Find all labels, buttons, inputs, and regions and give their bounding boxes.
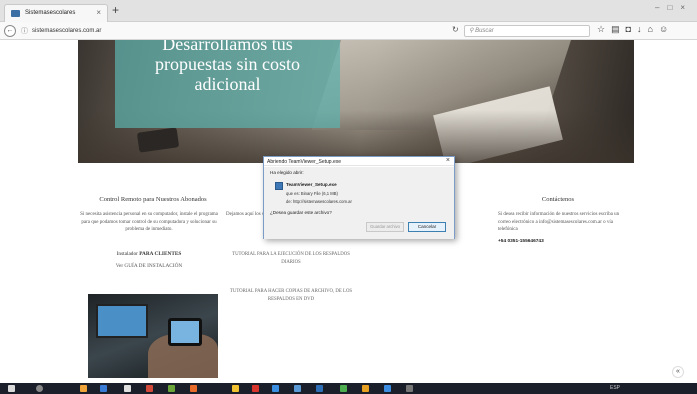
reload-icon[interactable]: ↻ xyxy=(452,25,459,34)
start-icon[interactable] xyxy=(8,385,15,392)
dialog-title-text: Abriendo TeamViewer_Setup.exe xyxy=(267,159,342,165)
taskbar-app-icon[interactable] xyxy=(100,385,107,392)
hero-banner: Desarrollamos tus propuestas sin costo a… xyxy=(78,40,634,163)
save-file-button[interactable]: Guardar archivo xyxy=(366,222,404,232)
hero-line-1: Desarrollamos tus xyxy=(162,40,293,54)
close-window-icon[interactable]: × xyxy=(680,3,693,12)
favicon-icon xyxy=(11,10,20,17)
dvd-backup-tutorial-link[interactable]: TUTORIAL PARA HACER COPIAS DE ARCHIVO, D… xyxy=(226,288,356,303)
scroll-to-top-button[interactable]: « xyxy=(672,366,684,378)
taskbar-search-icon[interactable] xyxy=(36,385,43,392)
contact-phone: +54 0351-155646743 xyxy=(498,239,544,244)
taskbar-app-icon[interactable] xyxy=(272,385,279,392)
file-name: TeamViewer_Setup.exe xyxy=(286,182,337,187)
installer-link[interactable]: Instalador PARA CLIENTES xyxy=(80,251,218,257)
taskbar-app-icon[interactable] xyxy=(80,385,87,392)
url-bar[interactable]: sistemasescolares.com.ar xyxy=(32,25,458,37)
taskbar-app-icon[interactable] xyxy=(146,385,153,392)
taskbar-app-icon[interactable] xyxy=(252,385,259,392)
toolbar-icons[interactable]: ☆▤◘↓⌂☺ xyxy=(597,24,674,35)
download-icon[interactable]: ↓ xyxy=(637,24,648,34)
pocket-icon[interactable]: ◘ xyxy=(626,24,637,34)
home-icon[interactable]: ⌂ xyxy=(648,24,659,34)
cancel-button[interactable]: Cancelar xyxy=(408,222,446,232)
star-icon[interactable]: ☆ xyxy=(597,24,611,34)
tab-close-icon[interactable]: × xyxy=(96,8,101,17)
windows-taskbar: ESP xyxy=(0,383,697,394)
daily-backup-tutorial-link[interactable]: TUTORIAL PARA LA EJECUCIÓN DE LOS RESPAL… xyxy=(226,251,356,266)
photo-tablet xyxy=(168,318,202,346)
installer-label: Instalador xyxy=(116,251,138,257)
browser-tab-bar: Sistemasescolares × + –□× xyxy=(0,0,697,22)
smiley-icon[interactable]: ☺ xyxy=(659,24,674,34)
new-tab-button[interactable]: + xyxy=(112,3,119,17)
browser-tab[interactable]: Sistemasescolares × xyxy=(4,4,108,22)
dialog-close-icon[interactable]: × xyxy=(446,157,450,164)
taskbar-app-icon[interactable] xyxy=(384,385,391,392)
contact-title: Contáctenos xyxy=(541,196,575,203)
reading-list-icon[interactable]: ▤ xyxy=(611,24,626,34)
system-tray[interactable]: ESP xyxy=(610,385,620,391)
taskbar-app-icon[interactable] xyxy=(340,385,347,392)
dialog-title: Abriendo TeamViewer_Setup.exe × xyxy=(264,157,454,166)
contact-text: Si desea recibir información de nuestros… xyxy=(498,212,620,232)
taskbar-app-icon[interactable] xyxy=(362,385,369,392)
dialog-prompt: Ha elegido abrir: xyxy=(270,170,304,175)
maximize-icon[interactable]: □ xyxy=(667,3,680,12)
taskbar-app-icon[interactable] xyxy=(294,385,301,392)
tab-title: Sistemasescolares xyxy=(25,10,76,16)
download-dialog: Abriendo TeamViewer_Setup.exe × Ha elegi… xyxy=(263,156,455,239)
remote-support-photo xyxy=(88,294,218,378)
browser-nav-bar: ← ⓘ sistemasescolares.com.ar ↻ ⚲ Buscar … xyxy=(0,22,697,40)
taskbar-app-icon[interactable] xyxy=(168,385,175,392)
save-question: ¿Desea guardar este archivo? xyxy=(270,210,332,215)
search-input[interactable]: ⚲ Buscar xyxy=(464,25,590,37)
installation-guide-link[interactable]: Ver GUÍA DE INSTALACIÓN xyxy=(80,263,218,269)
taskbar-app-icon[interactable] xyxy=(316,385,323,392)
remote-control-title: Control Remoto para Nuestros Abonados xyxy=(99,196,207,203)
hero-heading: Desarrollamos tus propuestas sin costo a… xyxy=(115,40,340,94)
search-placeholder: Buscar xyxy=(475,28,494,34)
dialog-body: Ha elegido abrir: TeamViewer_Setup.exe q… xyxy=(264,167,454,239)
back-arrow-icon[interactable]: ← xyxy=(4,25,16,37)
hero-line-2: propuestas sin costo xyxy=(155,54,300,74)
file-source: de: http://sistemasescolares.com.ar xyxy=(286,199,352,204)
hero-line-3: adicional xyxy=(194,74,261,94)
taskbar-app-icon[interactable] xyxy=(190,385,197,392)
exe-file-icon xyxy=(275,182,283,190)
file-type: que es: Binary File (6,1 MB) xyxy=(286,191,338,196)
taskbar-app-icon[interactable] xyxy=(406,385,413,392)
remote-control-text: Si necesita asistencia personal en su co… xyxy=(80,212,218,232)
site-info-icon[interactable]: ⓘ xyxy=(21,26,28,36)
photo-laptop xyxy=(96,304,148,338)
minimize-icon[interactable]: – xyxy=(655,3,667,12)
taskbar-app-icon[interactable] xyxy=(124,385,131,392)
window-controls[interactable]: –□× xyxy=(655,3,693,12)
taskbar-app-icon[interactable] xyxy=(232,385,239,392)
installer-strong: PARA CLIENTES xyxy=(139,251,182,257)
